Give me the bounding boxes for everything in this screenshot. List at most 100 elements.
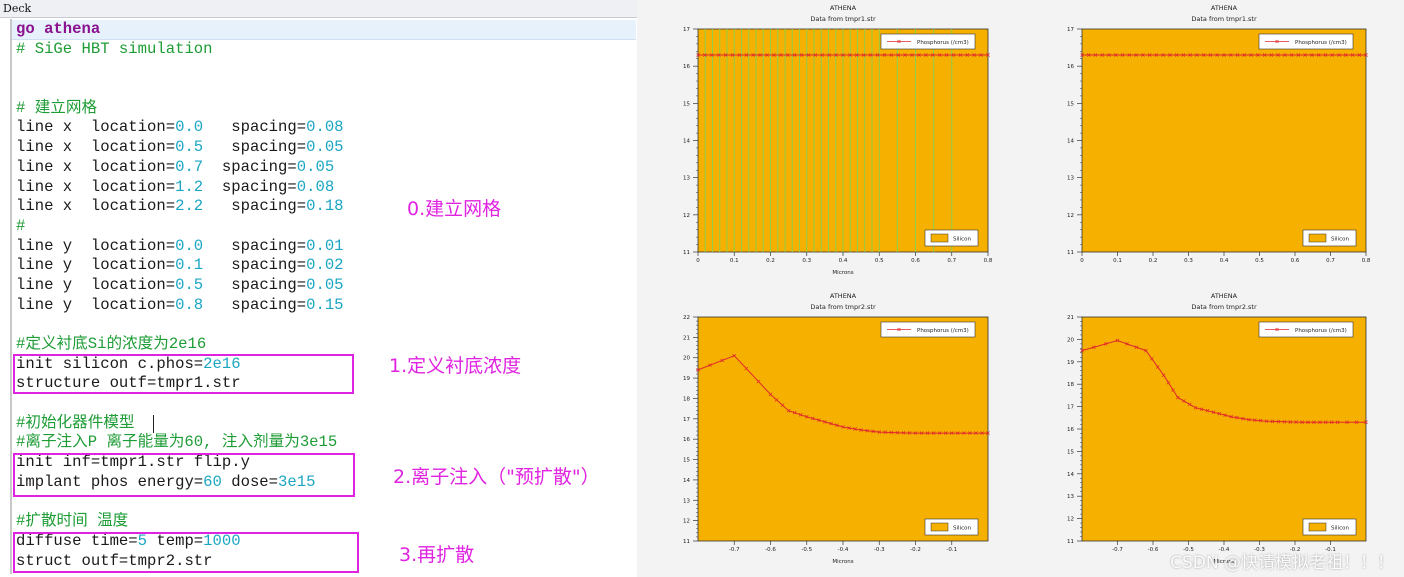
silicon-region (697, 316, 989, 542)
code-number: 0.01 (306, 236, 344, 255)
x-tick-label: 0.4 (839, 258, 848, 264)
y-tick-label: 19 (1067, 360, 1074, 366)
code-text: spacing= (203, 138, 307, 157)
legend-swatch (1308, 233, 1327, 243)
y-tick-label: 12 (1067, 517, 1074, 523)
code-line: # SiGe HBT simulation (16, 39, 213, 58)
x-tick-label: 0.2 (766, 258, 775, 264)
plot-title: ATHENA (830, 4, 857, 12)
code-text: line x location= (16, 157, 176, 176)
code-line: line y location=0.0 spacing=0.01 (16, 237, 344, 257)
y-tick-label: 13 (683, 176, 690, 182)
y-tick-label: 13 (683, 498, 690, 504)
code-number: 0.0 (175, 236, 204, 255)
x-tick-label: 0.3 (1184, 258, 1193, 264)
x-tick-label: 0.8 (984, 258, 993, 264)
x-tick-label: 0.7 (1326, 258, 1335, 264)
plot-title: ATHENA (830, 292, 857, 300)
x-tick-label: -0.1 (946, 547, 957, 553)
legend-region-label: Silicon (953, 525, 971, 531)
y-tick-label: 17 (683, 27, 690, 33)
y-tick-label: 14 (683, 478, 690, 484)
deck-editor[interactable]: Deck go athena # SiGe HBT simulation # 建立… (0, 0, 637, 574)
plot-title: ATHENA (1211, 4, 1238, 12)
y-tick-label: 22 (683, 315, 690, 321)
code-text: line x location= (16, 177, 176, 196)
x-tick-label: 0.5 (875, 258, 884, 264)
y-tick-label: 11 (683, 539, 690, 545)
code-number: 0.05 (296, 157, 335, 176)
x-tick-label: 0.8 (1362, 258, 1371, 264)
code-text: spacing= (203, 157, 297, 176)
code-number: 0.02 (306, 256, 344, 275)
y-tick-label: 15 (1067, 449, 1074, 455)
x-tick-label: 0.7 (947, 258, 956, 264)
text-caret (153, 415, 154, 433)
code-text: spacing= (203, 236, 307, 255)
code-number: 1.2 (175, 177, 204, 196)
silicon-region (1081, 28, 1367, 253)
x-tick-label: 0 (696, 258, 700, 264)
plot-svg: ATHENA Data from tmpr2.str 11 12 13 14 15 16 17 1… (643, 288, 1026, 577)
x-tick-label: 0.2 (1149, 258, 1158, 264)
plot-tmpr1: ATHENA Data from tmpr1.str 11 12 13 14 15 16 17 0… (1027, 0, 1404, 288)
editor-gutter (10, 19, 12, 574)
plot-title: ATHENA (1211, 292, 1238, 300)
code-number: 0.5 (175, 275, 204, 294)
code-text: spacing= (203, 256, 307, 275)
y-tick-label: 14 (1067, 472, 1074, 478)
code-number: 0.8 (175, 295, 204, 314)
annotation-implant: 2.离子注入（"预扩散"） (393, 466, 600, 488)
legend-swatch (930, 522, 949, 532)
x-tick-label: -0.5 (801, 547, 812, 553)
code-line: #定义衬底Si的浓度为2e16 (16, 335, 207, 353)
legend-series-label: Phosphorus (/cm3) (917, 328, 969, 334)
plot-svg: ATHENA Data from tmpr1.str 11 12 13 14 15 16 17 0… (643, 0, 1026, 288)
x-tick-label: -0.6 (765, 547, 776, 553)
code-text: spacing= (203, 197, 307, 216)
highlight-box-substrate (13, 354, 354, 394)
y-tick-label: 18 (683, 396, 690, 402)
x-tick-label: -0.6 (1148, 547, 1159, 553)
plot-subtitle: Data from tmpr1.str (1191, 15, 1257, 23)
y-tick-label: 21 (683, 335, 690, 341)
y-tick-label: 15 (683, 101, 690, 107)
plot-area: ATHENA Data from tmpr1.str 11 12 13 14 15 16 17 0… (637, 0, 1404, 577)
y-tick-label: 14 (683, 139, 690, 145)
code-number: 2.2 (175, 197, 204, 216)
y-tick-label: 18 (1067, 382, 1074, 388)
code-text: line x location= (16, 118, 176, 137)
y-tick-label: 13 (1067, 176, 1074, 182)
code-line: # 建立网格 (16, 98, 98, 117)
code-line: line x location=0.7 spacing=0.05 (16, 158, 344, 178)
plot-svg: ATHENA Data from tmpr1.str 11 12 13 14 15 16 17 0… (1027, 0, 1404, 288)
legend-series-label: Phosphorus (/cm3) (1295, 328, 1347, 334)
legend-region-label: Silicon (1331, 236, 1349, 242)
code-line: line x location=1.2 spacing=0.08 (16, 178, 344, 198)
x-axis-label: Microns (832, 270, 853, 276)
code-number: 0.08 (296, 177, 335, 196)
annotation-substrate: 1.定义衬底浓度 (389, 355, 522, 377)
code-text: spacing= (203, 118, 307, 137)
code-text: line y location= (16, 275, 176, 294)
y-tick-label: 14 (1067, 139, 1074, 145)
code-text: spacing= (203, 177, 297, 196)
code-text: spacing= (203, 275, 307, 294)
x-tick-label: 0.1 (1113, 258, 1122, 264)
code-text: line y location= (16, 295, 176, 314)
x-tick-label: -0.7 (729, 547, 740, 553)
code-text: line x location= (16, 197, 176, 216)
code-number: 0.05 (306, 138, 344, 157)
code-text: line x location= (16, 138, 176, 157)
code-line: #扩散时间 温度 (16, 512, 129, 531)
x-tick-label: -0.3 (874, 547, 885, 553)
highlight-box-implant (13, 453, 355, 497)
code-line: go athena (16, 20, 101, 38)
y-tick-label: 17 (683, 417, 690, 423)
code-number: 0.18 (306, 197, 344, 216)
x-tick-label: 0.5 (1255, 258, 1264, 264)
annotation-mesh: 0.建立网格 (407, 198, 502, 220)
